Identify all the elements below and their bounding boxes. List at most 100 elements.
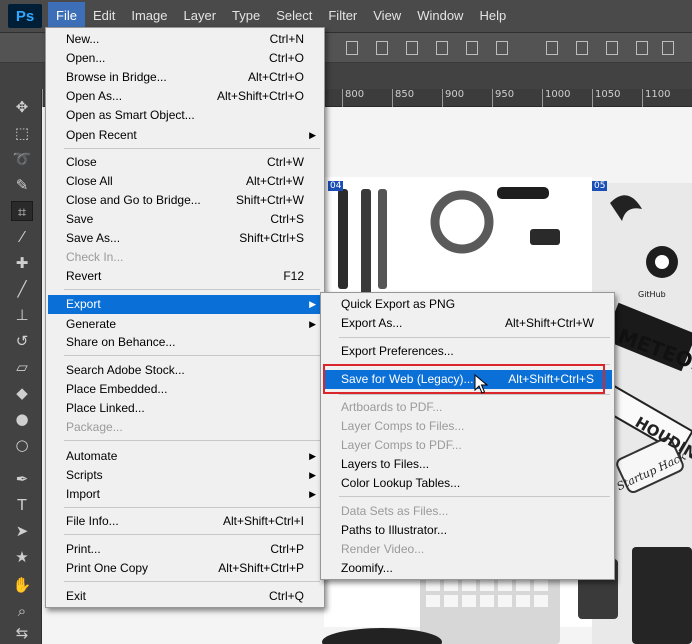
menu-item-generate[interactable]: Generate ▶ [48,315,322,334]
menu-item-quick-export-png[interactable]: Quick Export as PNG [323,295,612,314]
menu-item-open-as-smart-object[interactable]: Open as Smart Object... [48,106,322,125]
menu-item-automate[interactable]: Automate ▶ [48,447,322,466]
distribute-top-icon[interactable] [546,41,558,55]
menu-window[interactable]: Window [409,2,471,30]
paint-bucket-icon[interactable]: ◆ [11,383,33,403]
menu-type[interactable]: Type [224,2,268,30]
shape-tool-icon[interactable]: ★ [11,547,33,567]
menu-item-export-preferences[interactable]: Export Preferences... [323,342,612,361]
menu-item-scripts[interactable]: Scripts ▶ [48,466,322,485]
menu-item-check-in: Check In... [48,248,322,267]
type-tool-icon[interactable]: T [11,495,33,515]
eraser-tool-icon[interactable]: ▱ [11,357,33,377]
eyedropper-tool-icon[interactable]: ⁄ [11,227,33,247]
menu-item-place-embedded[interactable]: Place Embedded... [48,380,322,399]
menu-item-import[interactable]: Import ▶ [48,485,322,504]
menu-item-export-as[interactable]: Export As... Alt+Shift+Ctrl+W [323,314,612,333]
path-selection-icon[interactable]: ➤ [11,521,33,541]
menu-item-share-on-behance[interactable]: Share on Behance... [48,333,322,352]
menu-item-paths-to-illustrator[interactable]: Paths to Illustrator... [323,521,612,540]
menu-item-browse-in-bridge[interactable]: Browse in Bridge... Alt+Ctrl+O [48,68,322,87]
menu-item-save-as[interactable]: Save As... Shift+Ctrl+S [48,229,322,248]
menu-item-label: Share on Behance... [66,335,176,349]
menu-item-layer-comps-to-pdf: Layer Comps to PDF... [323,436,612,455]
menu-item-close[interactable]: Close Ctrl+W [48,153,322,172]
menu-item-label: Layer Comps to PDF... [341,438,462,452]
menu-item-export[interactable]: Export ▶ [48,295,322,314]
move-tool-icon[interactable]: ✥ [11,97,33,117]
menu-item-label: Exit [66,589,87,603]
clone-stamp-icon[interactable]: ⊥ [11,305,33,325]
menu-item-print-one-copy[interactable]: Print One Copy Alt+Shift+Ctrl+P [48,559,322,578]
menu-layer[interactable]: Layer [176,2,225,30]
menu-item-label: Save [66,212,94,226]
menu-item-label: Open As... [66,89,123,103]
export-submenu: Quick Export as PNG Export As... Alt+Shif… [320,292,615,580]
menu-item-label: Print... [66,542,101,556]
hand-tool-icon[interactable]: ✋ [11,575,33,595]
ruler-tick: 950 [492,89,514,107]
lasso-tool-icon[interactable]: ➰ [11,149,33,169]
align-left-icon[interactable] [346,41,358,55]
menu-item-new[interactable]: New... Ctrl+N [48,30,322,49]
menu-item-shortcut: F12 [283,269,304,283]
menu-item-label: Search Adobe Stock... [66,363,185,377]
menu-item-file-info[interactable]: File Info... Alt+Shift+Ctrl+I [48,512,322,531]
menu-item-open-as[interactable]: Open As... Alt+Shift+Ctrl+O [48,87,322,106]
align-right-icon[interactable] [406,41,418,55]
menu-item-label: Render Video... [341,542,425,556]
menu-item-exit[interactable]: Exit Ctrl+Q [48,587,322,606]
menu-item-place-linked[interactable]: Place Linked... [48,399,322,418]
menu-item-shortcut: Ctrl+N [269,32,304,46]
menu-item-save[interactable]: Save Ctrl+S [48,210,322,229]
healing-brush-icon[interactable]: ✚ [11,253,33,273]
align-top-icon[interactable] [436,41,448,55]
align-middle-icon[interactable] [466,41,478,55]
menu-item-layers-to-files[interactable]: Layers to Files... [323,455,612,474]
artboard-badge: 04 [328,181,344,191]
toolbox: ✥ ⬚ ➰ ✎ ⌗ ⁄ ✚ ╱ ⊥ ↺ ▱ ◆ ● ○ ✒ T ➤ ★ ✋ ⌕ … [0,89,42,644]
blur-tool-icon[interactable]: ● [11,409,33,429]
menu-item-label: Layer Comps to Files... [341,419,465,433]
menu-item-close-and-go-to-bridge[interactable]: Close and Go to Bridge... Shift+Ctrl+W [48,191,322,210]
menu-item-color-lookup-tables[interactable]: Color Lookup Tables... [323,474,612,493]
distribute-middle-icon[interactable] [576,41,588,55]
default-colors-icon[interactable]: ⇆ [11,623,33,643]
menu-item-zoomify[interactable]: Zoomify... [323,559,612,578]
menu-view[interactable]: View [365,2,409,30]
menu-separator [339,394,610,395]
menu-separator [64,581,320,582]
distribute-bottom-icon[interactable] [606,41,618,55]
marquee-tool-icon[interactable]: ⬚ [11,123,33,143]
menu-item-label: Layers to Files... [341,457,430,471]
pen-tool-icon[interactable]: ✒ [11,469,33,489]
menu-help[interactable]: Help [471,2,514,30]
menu-item-open[interactable]: Open... Ctrl+O [48,49,322,68]
dodge-tool-icon[interactable]: ○ [11,435,33,455]
menu-file[interactable]: File [48,2,85,30]
menu-image[interactable]: Image [123,2,175,30]
menu-item-search-adobe-stock[interactable]: Search Adobe Stock... [48,361,322,380]
menu-item-close-all[interactable]: Close All Alt+Ctrl+W [48,172,322,191]
menu-item-revert[interactable]: Revert F12 [48,267,322,286]
submenu-arrow-icon: ▶ [309,489,316,499]
menu-separator [64,507,320,508]
crop-tool-icon[interactable]: ⌗ [11,201,33,221]
menu-item-print[interactable]: Print... Ctrl+P [48,540,322,559]
distribute-hcenter-icon[interactable] [662,41,674,55]
menu-edit[interactable]: Edit [85,2,123,30]
menu-select[interactable]: Select [268,2,320,30]
align-center-icon[interactable] [376,41,388,55]
menu-filter[interactable]: Filter [320,2,365,30]
menu-separator [64,289,320,290]
zoom-tool-icon[interactable]: ⌕ [11,601,33,621]
brush-tool-icon[interactable]: ╱ [11,279,33,299]
align-bottom-icon[interactable] [496,41,508,55]
ruler-tick: 1050 [592,89,620,107]
history-brush-icon[interactable]: ↺ [11,331,33,351]
menu-item-label: Print One Copy [66,561,149,575]
quick-select-tool-icon[interactable]: ✎ [11,175,33,195]
menu-item-label: Color Lookup Tables... [341,476,461,490]
menu-item-open-recent[interactable]: Open Recent ▶ [48,126,322,145]
distribute-left-icon[interactable] [636,41,648,55]
